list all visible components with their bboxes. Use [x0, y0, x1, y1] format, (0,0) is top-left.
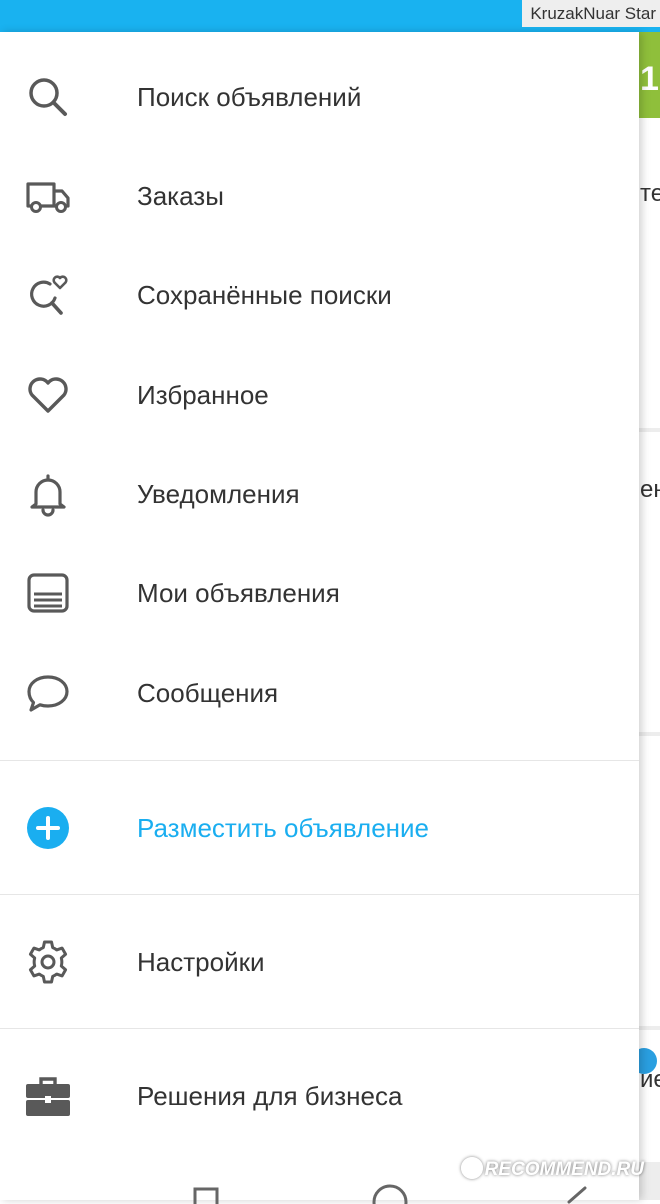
- background-text: ен: [640, 476, 660, 503]
- background-card: [639, 118, 660, 428]
- drawer-divider: [0, 1028, 639, 1029]
- drawer-item-notifications[interactable]: Уведомления: [0, 446, 639, 542]
- background-text: ие: [640, 1066, 660, 1093]
- drawer-item-label: Избранное: [137, 380, 269, 410]
- recommend-logo-icon: [460, 1157, 483, 1179]
- chat-icon: [24, 669, 72, 717]
- drawer-divider: [0, 894, 639, 895]
- background-banner-text: 1с: [640, 60, 660, 98]
- drawer-item-my-ads[interactable]: Мои объявления: [0, 545, 639, 641]
- drawer-item-messages[interactable]: Сообщения: [0, 645, 639, 741]
- bell-icon: [24, 470, 72, 518]
- truck-icon: [24, 172, 72, 220]
- add-circle-icon: [24, 804, 72, 852]
- drawer-item-label: Заказы: [137, 181, 224, 211]
- search-icon: [24, 73, 72, 121]
- drawer-item-label: Уведомления: [137, 479, 300, 509]
- drawer-divider: [0, 760, 639, 761]
- heart-icon: [24, 371, 72, 419]
- drawer-item-label: Сообщения: [137, 678, 279, 708]
- drawer-item-business[interactable]: Решения для бизнеса: [0, 1048, 639, 1144]
- site-watermark: RECOMMEND.RU: [460, 1152, 644, 1188]
- drawer-item-search[interactable]: Поиск объявлений: [0, 49, 639, 145]
- drawer-item-settings[interactable]: Настройки: [0, 914, 639, 1010]
- drawer-item-label: Сохранённые поиски: [137, 280, 392, 310]
- gear-icon: [24, 938, 72, 986]
- my-ads-icon: [24, 569, 72, 617]
- saved-search-icon: [24, 271, 72, 319]
- drawer-item-label: Настройки: [137, 947, 265, 977]
- drawer-item-post-ad[interactable]: Разместить объявление: [0, 780, 639, 876]
- site-watermark-text: RECOMMEND.RU: [484, 1159, 644, 1180]
- home-icon[interactable]: [370, 1182, 410, 1204]
- back-icon[interactable]: [565, 1186, 587, 1204]
- drawer-item-label: Разместить объявление: [137, 813, 430, 843]
- navigation-drawer: Поиск объявлений Заказы Сохранённые поис…: [0, 32, 639, 1200]
- drawer-item-saved-searches[interactable]: Сохранённые поиски: [0, 247, 639, 343]
- user-watermark: KruzakNuar Star: [522, 0, 660, 27]
- drawer-item-label: Решения для бизнеса: [137, 1081, 403, 1111]
- background-text: те: [640, 180, 660, 207]
- briefcase-icon: [24, 1072, 72, 1120]
- background-card: [639, 736, 660, 1026]
- recent-apps-icon[interactable]: [192, 1186, 220, 1204]
- drawer-item-label: Поиск объявлений: [137, 82, 362, 112]
- drawer-item-favorites[interactable]: Избранное: [0, 347, 639, 443]
- drawer-item-orders[interactable]: Заказы: [0, 148, 639, 244]
- drawer-item-label: Мои объявления: [137, 578, 340, 608]
